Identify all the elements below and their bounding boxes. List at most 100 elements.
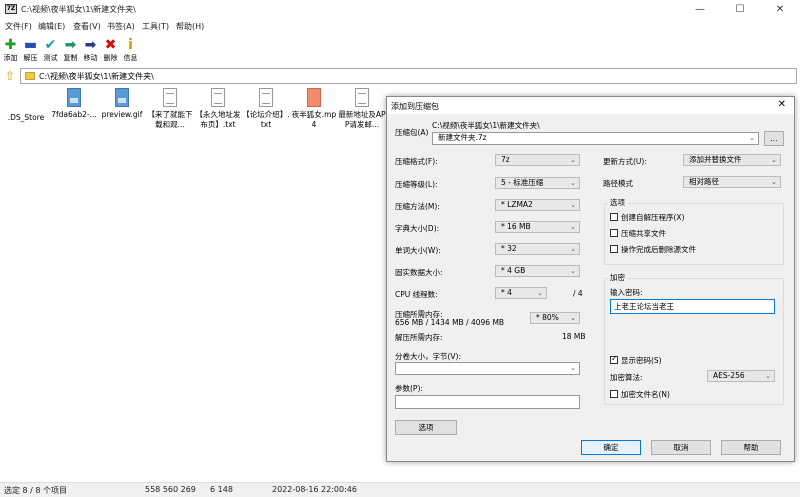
shared-files-checkbox[interactable]: 压缩共享文件 [610,228,666,239]
word-select[interactable]: * 32 ⌄ [495,243,580,255]
info-button[interactable]: i 信息 [121,36,140,64]
window-title: C:\视频\夜半狐女\1\新建文件夹\ [21,5,136,14]
menu-bar: 文件(F) 编辑(E) 查看(V) 书签(A) 工具(T) 帮助(H) [0,19,800,33]
chevron-down-icon: ⌄ [771,156,777,164]
status-size: 558 560 269 [145,485,196,494]
show-password-checkbox[interactable]: 显示密码(S) [610,354,662,366]
app-window: 7Z C:\视频\夜半狐女\1\新建文件夹\ — ☐ ✕ 文件(F) 编辑(E)… [0,0,800,497]
split-label: 分卷大小，字节(V): [395,352,462,361]
title-bar: 7Z C:\视频\夜半狐女\1\新建文件夹\ — ☐ ✕ [0,0,800,19]
maximize-button[interactable]: ☐ [720,0,760,19]
toolbar: ✚ 添加 ▬ 解压 ✔ 测试 ➡ 复制 ➡ 移动 ✖ 删除 i 信息 [0,33,800,66]
status-bar: 选定 8 / 8 个项目 558 560 269 6 148 2022-08-1… [0,482,800,497]
delete-after-checkbox[interactable]: 操作完成后删除源文件 [610,244,696,255]
status-packed: 6 148 [210,485,233,494]
text-file-icon [163,88,177,107]
path-field[interactable]: C:\视频\夜半狐女\1\新建文件夹\ [20,68,797,84]
video-file-icon [307,88,321,107]
enc-method-select[interactable]: AES-256 ⌄ [707,370,775,382]
archive-name-combo[interactable]: 新建文件夹.7z ⌄ [432,132,759,145]
dialog-title-bar: 添加到压缩包 ✕ [387,97,794,114]
close-button[interactable]: ✕ [760,0,800,19]
mem-comp-value: 656 MB / 1434 MB / 4096 MB [395,318,505,327]
update-label: 更新方式(U): [603,157,647,166]
mem-decomp-label: 解压所需内存: [395,333,443,342]
info-icon: i [128,37,133,53]
pathmode-label: 路径模式 [603,179,633,188]
chevron-down-icon: ⌄ [771,178,777,186]
move-icon: ➡ [84,37,97,53]
folder-icon [25,72,35,80]
dict-select[interactable]: * 16 MB ⌄ [495,221,580,233]
status-selection: 选定 8 / 8 个项目 [4,486,68,495]
delete-icon: ✖ [104,37,117,53]
dialog-close-button[interactable]: ✕ [778,99,786,110]
method-select[interactable]: * LZMA2 ⌄ [495,199,580,211]
chevron-down-icon: ⌄ [749,134,755,142]
encrypt-names-checkbox[interactable]: 加密文件名(N) [610,389,670,400]
text-file-icon [211,88,225,107]
add-to-archive-dialog: 添加到压缩包 ✕ 压缩包(A) C:\视频\夜半狐女\1\新建文件夹\ 新建文件… [386,96,795,462]
file-item[interactable]: preview.gif [98,88,146,120]
up-folder-icon[interactable]: ⇧ [3,69,17,83]
pathmode-select[interactable]: 相对路径 ⌄ [683,176,781,188]
params-input[interactable] [395,395,580,409]
chevron-down-icon: ⌄ [570,267,576,275]
file-item[interactable]: .DS_Store [2,88,50,123]
ok-button[interactable]: 确定 [581,440,641,455]
add-icon: ✚ [4,37,17,53]
app-logo-icon: 7Z [5,4,17,14]
file-item[interactable]: 【来了就能下载和观... [146,88,194,130]
options-group-title: 选项 [608,197,627,208]
menu-edit[interactable]: 编辑(E) [38,21,65,32]
menu-file[interactable]: 文件(F) [5,21,32,32]
file-item[interactable]: 【永久地址发布页】.txt [194,88,242,130]
chevron-down-icon: ⌄ [570,156,576,164]
archive-label: 压缩包(A) [395,128,429,137]
cancel-button[interactable]: 取消 [651,440,711,455]
options-button[interactable]: 选项 [395,420,457,435]
browse-button[interactable]: ... [764,131,784,146]
chevron-down-icon: ⌄ [570,179,576,187]
sfx-checkbox[interactable]: 创建自解压程序(X) [610,212,685,223]
test-icon: ✔ [44,37,57,53]
text-file-icon [259,88,273,107]
format-label: 压缩格式(F): [395,157,438,166]
copy-icon: ➡ [64,37,77,53]
menu-view[interactable]: 查看(V) [73,21,101,32]
menu-tools[interactable]: 工具(T) [142,21,169,32]
menu-help[interactable]: 帮助(H) [176,21,204,32]
format-select[interactable]: 7z ⌄ [495,154,580,166]
file-item[interactable]: 夜半狐女.mp4 [290,88,338,130]
dialog-title: 添加到压缩包 [391,102,439,111]
password-input[interactable]: 上老王论坛当老王 [610,299,775,314]
minimize-button[interactable]: — [680,0,720,19]
image-file-icon [67,88,81,107]
extract-icon: ▬ [23,37,38,53]
file-item[interactable]: 【论坛介绍】.txt [242,88,290,130]
chevron-down-icon: ⌄ [570,201,576,209]
help-button[interactable]: 帮助 [721,440,781,455]
solid-select[interactable]: * 4 GB ⌄ [495,265,580,277]
chevron-down-icon: ⌄ [537,289,543,297]
split-size-combo[interactable]: ⌄ [395,362,580,375]
cpu-label: CPU 线程数: [395,290,438,299]
update-select[interactable]: 添加并替换文件 ⌄ [683,154,781,166]
cpu-select[interactable]: * 4 ⌄ [495,287,547,299]
solid-label: 固实数据大小: [395,268,443,277]
encryption-group-title: 加密 [608,272,627,283]
word-label: 单词大小(W): [395,246,441,255]
chevron-down-icon: ⌄ [570,314,576,322]
mem-percent-select[interactable]: * 80% ⌄ [530,312,580,324]
menu-bookmarks[interactable]: 书签(A) [107,21,135,32]
file-item[interactable]: 7fda6ab2-... [50,88,98,120]
chevron-down-icon: ⌄ [765,372,771,380]
chevron-down-icon: ⌄ [570,364,576,372]
dict-label: 字典大小(D): [395,224,440,233]
level-select[interactable]: 5 - 标准压缩 ⌄ [495,177,580,189]
address-bar: ⇧ C:\视频\夜半狐女\1\新建文件夹\ [0,66,800,86]
level-label: 压缩等级(L): [395,180,438,189]
enc-method-label: 加密算法: [610,373,643,382]
method-label: 压缩方法(M): [395,202,440,211]
file-item[interactable]: 最新地址及APP请发邮... [338,88,386,130]
